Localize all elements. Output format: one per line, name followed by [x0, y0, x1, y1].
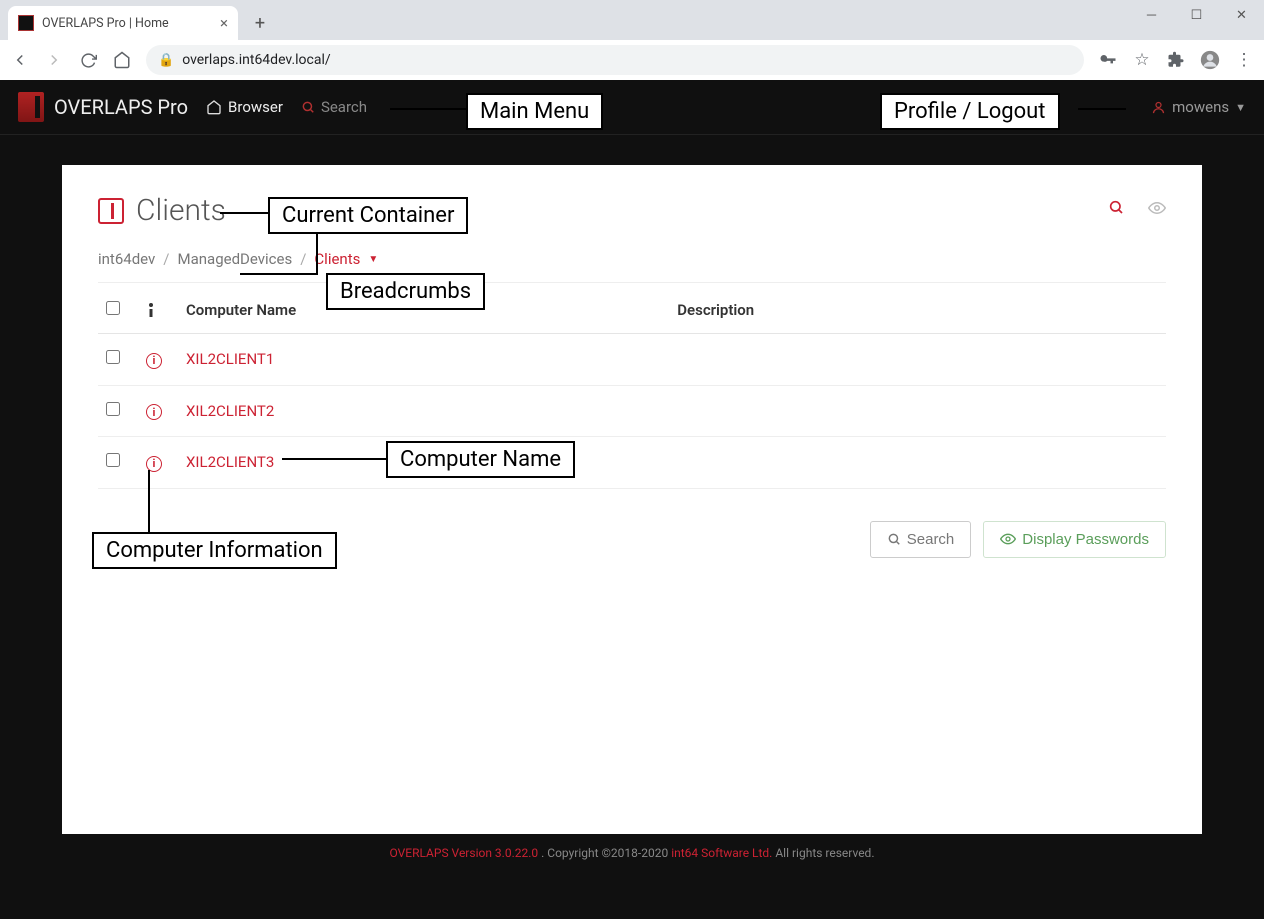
tab-title: OVERLAPS Pro | Home: [42, 16, 169, 31]
nav-browser[interactable]: Browser: [206, 98, 283, 116]
table-row: i XIL2CLIENT1: [98, 334, 1166, 386]
col-info: [138, 287, 178, 334]
url-text: overlaps.int64dev.local/: [182, 52, 330, 68]
display-passwords-button[interactable]: Display Passwords: [983, 521, 1166, 558]
callout-breadcrumbs: Breadcrumbs: [326, 273, 485, 310]
search-icon: [887, 532, 901, 546]
row-checkbox[interactable]: [106, 350, 120, 364]
eye-icon[interactable]: [1148, 199, 1166, 217]
page-search-icon[interactable]: [1108, 199, 1124, 217]
browser-tab[interactable]: OVERLAPS Pro | Home ×: [8, 6, 238, 40]
callout-main-menu: Main Menu: [466, 93, 603, 130]
user-name: mowens: [1172, 98, 1229, 116]
info-icon[interactable]: i: [146, 353, 162, 369]
window-maximize[interactable]: ☐: [1174, 0, 1219, 30]
window-controls: ─ ☐ ✕: [1129, 0, 1264, 30]
table-row: i XIL2CLIENT2: [98, 385, 1166, 437]
info-icon[interactable]: i: [146, 404, 162, 420]
display-passwords-label: Display Passwords: [1022, 531, 1149, 548]
computer-name-link[interactable]: XIL2CLIENT3: [186, 453, 274, 471]
computer-name-link[interactable]: XIL2CLIENT1: [186, 350, 274, 368]
browser-chrome: ─ ☐ ✕ OVERLAPS Pro | Home × + 🔒 overlaps…: [0, 0, 1264, 80]
row-checkbox[interactable]: [106, 453, 120, 467]
footer-copyright: . Copyright ©2018-2020: [541, 846, 671, 860]
user-icon: [1151, 100, 1166, 115]
divider: [98, 282, 1166, 283]
info-header-icon: [146, 302, 156, 318]
menu-icon[interactable]: ⋮: [1234, 50, 1254, 70]
row-checkbox[interactable]: [106, 402, 120, 416]
callout-computer-info: Computer Information: [92, 532, 337, 569]
key-icon[interactable]: [1098, 50, 1118, 70]
app-header: OVERLAPS Pro Browser Search mowens ▼: [0, 80, 1264, 135]
page-card: Clients int64dev / ManagedDevices / Clie…: [62, 165, 1202, 834]
breadcrumb: int64dev / ManagedDevices / Clients ▼: [98, 250, 1166, 268]
footer-version: OVERLAPS Version 3.0.22.0: [390, 846, 539, 860]
profile-icon[interactable]: [1200, 50, 1220, 70]
page-title-text: Clients: [136, 193, 226, 228]
window-minimize[interactable]: ─: [1129, 0, 1174, 30]
select-all-checkbox[interactable]: [106, 301, 120, 315]
extensions-icon[interactable]: [1166, 50, 1186, 70]
brand-text: OVERLAPS Pro: [54, 95, 188, 119]
chrome-actions: ☆ ⋮: [1098, 50, 1254, 70]
home-icon[interactable]: [112, 50, 132, 70]
brand[interactable]: OVERLAPS Pro: [18, 92, 188, 122]
crumb-0[interactable]: int64dev: [98, 250, 155, 268]
lock-icon: 🔒: [158, 53, 174, 68]
new-tab-button[interactable]: +: [246, 9, 274, 37]
callout-profile: Profile / Logout: [880, 93, 1060, 130]
nav-browser-label: Browser: [228, 98, 283, 116]
search-button[interactable]: Search: [870, 521, 972, 558]
user-menu[interactable]: mowens ▼: [1151, 98, 1246, 116]
back-icon[interactable]: [10, 50, 30, 70]
home-outline-icon: [206, 99, 222, 115]
eye-icon: [1000, 531, 1016, 547]
page-toolbar: [1108, 199, 1166, 217]
search-icon: [301, 100, 315, 114]
crumb-2[interactable]: Clients: [314, 250, 360, 268]
computer-name-link[interactable]: XIL2CLIENT2: [186, 402, 274, 420]
app-shell: OVERLAPS Pro Browser Search mowens ▼ Mai…: [0, 80, 1264, 919]
footer-company[interactable]: int64 Software Ltd.: [671, 846, 772, 860]
tab-strip: OVERLAPS Pro | Home × +: [0, 0, 1264, 40]
crumb-caret-icon[interactable]: ▼: [368, 254, 378, 265]
caret-down-icon: ▼: [1235, 101, 1246, 114]
footer: OVERLAPS Version 3.0.22.0 . Copyright ©2…: [0, 834, 1264, 860]
tab-favicon-icon: [18, 15, 34, 31]
col-desc: Description: [669, 287, 1166, 334]
forward-icon[interactable]: [44, 50, 64, 70]
clients-icon: [98, 198, 124, 224]
callout-computer-name: Computer Name: [386, 441, 575, 478]
url-field[interactable]: 🔒 overlaps.int64dev.local/: [146, 45, 1084, 75]
footer-rights: All rights reserved.: [775, 846, 874, 860]
nav-search-label: Search: [321, 98, 367, 116]
page-title: Clients: [98, 193, 1166, 228]
search-button-label: Search: [907, 531, 955, 548]
col-checkbox: [98, 287, 138, 334]
brand-logo-icon: [18, 92, 44, 122]
window-close[interactable]: ✕: [1219, 0, 1264, 30]
clients-table: Computer Name Description i XIL2CLIENT1 …: [98, 287, 1166, 489]
reload-icon[interactable]: [78, 50, 98, 70]
callout-current-container: Current Container: [268, 197, 468, 234]
table-row: i XIL2CLIENT3: [98, 437, 1166, 489]
nav-search[interactable]: Search: [301, 98, 367, 116]
crumb-1[interactable]: ManagedDevices: [178, 250, 293, 268]
address-bar: 🔒 overlaps.int64dev.local/ ☆ ⋮: [0, 40, 1264, 80]
star-icon[interactable]: ☆: [1132, 50, 1152, 70]
tab-close-icon[interactable]: ×: [220, 14, 228, 32]
